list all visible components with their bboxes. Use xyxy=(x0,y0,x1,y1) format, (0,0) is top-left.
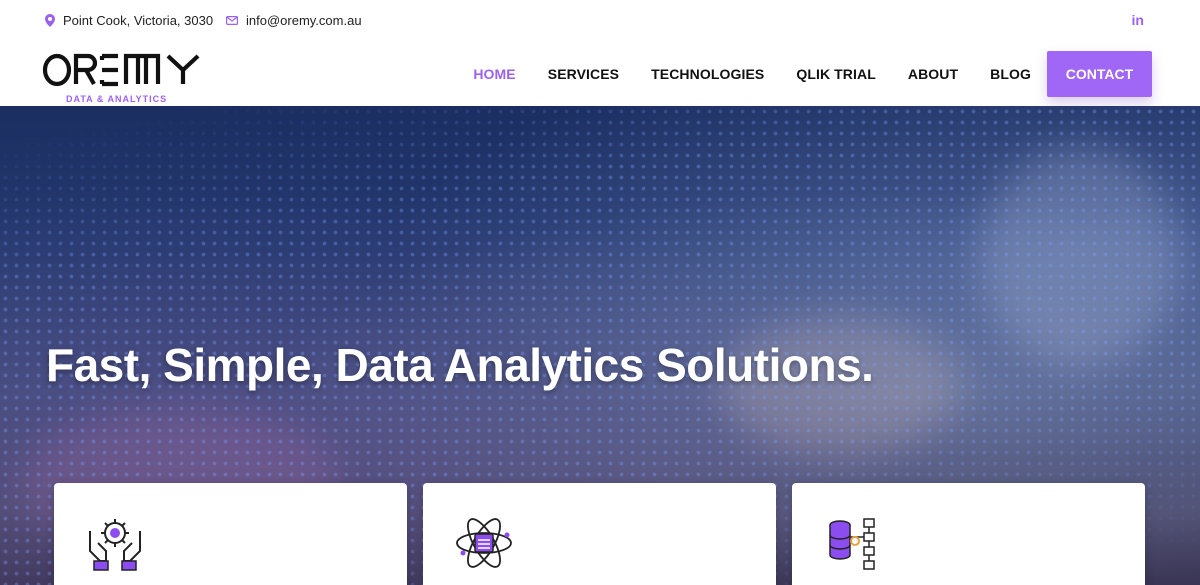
top-bar: Point Cook, Victoria, 3030 info@oremy.co… xyxy=(0,0,1200,42)
hero-banner: Fast, Simple, Data Analytics Solutions. xyxy=(0,106,1200,585)
location-pin-icon xyxy=(45,14,55,27)
service-card[interactable] xyxy=(792,483,1145,585)
nav-about[interactable]: ABOUT xyxy=(908,66,958,82)
address-info: Point Cook, Victoria, 3030 xyxy=(45,13,213,28)
site-header: DATA & ANALYTICS HOME SERVICES TECHNOLOG… xyxy=(0,42,1200,106)
email-info[interactable]: info@oremy.com.au xyxy=(226,13,362,28)
contact-button[interactable]: CONTACT xyxy=(1047,51,1152,97)
linkedin-icon[interactable]: in xyxy=(1132,12,1144,28)
address-text: Point Cook, Victoria, 3030 xyxy=(63,13,214,28)
oremy-logo[interactable]: DATA & ANALYTICS xyxy=(42,48,212,104)
nav-services[interactable]: SERVICES xyxy=(548,66,619,82)
nav-qlik-trial[interactable]: QLIK TRIAL xyxy=(796,66,876,82)
nav-home[interactable]: HOME xyxy=(473,66,515,82)
nav-technologies[interactable]: TECHNOLOGIES xyxy=(651,66,764,82)
service-card[interactable] xyxy=(54,483,407,585)
email-link[interactable]: info@oremy.com.au xyxy=(246,13,362,28)
service-card[interactable] xyxy=(423,483,776,585)
database-flow-icon xyxy=(829,518,875,570)
main-nav: HOME SERVICES TECHNOLOGIES QLIK TRIAL AB… xyxy=(441,51,1152,97)
atom-server-icon xyxy=(456,518,512,568)
envelope-icon xyxy=(226,16,238,25)
nav-blog[interactable]: BLOG xyxy=(990,66,1031,82)
hero-title: Fast, Simple, Data Analytics Solutions. xyxy=(46,339,874,391)
hands-gear-icon xyxy=(89,519,141,571)
svg-text:DATA & ANALYTICS: DATA & ANALYTICS xyxy=(66,94,167,104)
